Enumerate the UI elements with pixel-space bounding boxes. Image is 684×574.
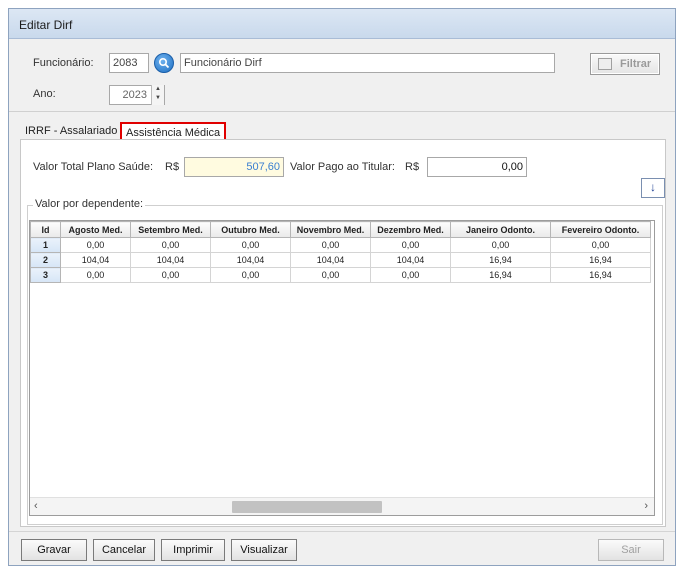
table-cell[interactable]: 104,04 <box>290 252 371 268</box>
funcionario-code-input[interactable]: 2083 <box>109 53 149 73</box>
valor-por-dependente-label: Valor por dependente: <box>33 198 146 210</box>
table-row[interactable]: 2 104,04 104,04 104,04 104,04 104,04 16,… <box>30 252 651 268</box>
search-icon <box>158 57 170 69</box>
cancelar-button[interactable]: Cancelar <box>93 539 155 561</box>
valor-total-field: 507,60 <box>184 157 284 177</box>
row-id-cell[interactable]: 1 <box>30 237 61 253</box>
scroll-left-icon[interactable]: ‹ <box>34 500 38 512</box>
table-cell[interactable]: 0,00 <box>290 237 371 253</box>
horizontal-scrollbar[interactable]: ‹ › <box>30 497 654 515</box>
valor-titular-currency: R$ <box>405 161 420 173</box>
table-cell[interactable]: 0,00 <box>290 267 371 283</box>
ano-spinner[interactable]: ▲ ▼ <box>151 85 164 105</box>
table-cell[interactable]: 16,94 <box>550 267 651 283</box>
ano-label: Ano: <box>33 88 56 100</box>
table-cell[interactable]: 0,00 <box>210 267 291 283</box>
column-header[interactable]: Setembro Med. <box>130 221 211 238</box>
filter-panel: Funcionário: 2083 Funcionário Dirf Ano: … <box>17 47 669 109</box>
valor-total-currency: R$ <box>165 161 180 173</box>
spin-down-icon[interactable]: ▼ <box>152 94 164 103</box>
filtrar-button[interactable]: Filtrar <box>590 53 660 75</box>
arrow-down-icon: ↓ <box>650 180 656 194</box>
table-cell[interactable]: 104,04 <box>130 252 211 268</box>
filtrar-label: Filtrar <box>620 58 652 70</box>
column-header[interactable]: Id <box>30 221 61 238</box>
dependentes-table: Id Agosto Med. Setembro Med. Outubro Med… <box>30 221 651 283</box>
table-row[interactable]: 3 0,00 0,00 0,00 0,00 0,00 16,94 16,94 <box>30 267 651 283</box>
row-id-cell[interactable]: 3 <box>30 267 61 283</box>
arrow-down-button[interactable]: ↓ <box>641 178 665 198</box>
column-header[interactable]: Novembro Med. <box>290 221 371 238</box>
funcionario-label: Funcionário: <box>33 57 94 69</box>
funcionario-name-field: Funcionário Dirf <box>180 53 555 73</box>
header-separator <box>9 111 675 112</box>
title-bar: Editar Dirf <box>9 9 675 39</box>
dependentes-grid[interactable]: Id Agosto Med. Setembro Med. Outubro Med… <box>29 220 655 516</box>
table-cell[interactable]: 16,94 <box>550 252 651 268</box>
valor-titular-input[interactable]: 0,00 <box>427 157 527 177</box>
table-cell[interactable]: 0,00 <box>450 237 551 253</box>
search-funcionario-button[interactable] <box>154 53 174 73</box>
table-cell[interactable]: 0,00 <box>130 237 211 253</box>
spin-up-icon[interactable]: ▲ <box>152 85 164 94</box>
table-cell[interactable]: 104,04 <box>370 252 451 268</box>
table-cell[interactable]: 0,00 <box>130 267 211 283</box>
visualizar-button[interactable]: Visualizar <box>231 539 297 561</box>
column-header[interactable]: Fevereiro Odonto. <box>550 221 651 238</box>
scroll-right-icon[interactable]: › <box>644 500 648 512</box>
column-header[interactable]: Outubro Med. <box>210 221 291 238</box>
table-cell[interactable]: 104,04 <box>60 252 131 268</box>
table-cell[interactable]: 16,94 <box>450 267 551 283</box>
table-cell[interactable]: 0,00 <box>370 267 451 283</box>
gravar-button[interactable]: Gravar <box>21 539 87 561</box>
row-id-cell[interactable]: 2 <box>30 252 61 268</box>
valor-titular-label: Valor Pago ao Titular: <box>290 161 395 173</box>
column-header[interactable]: Janeiro Odonto. <box>450 221 551 238</box>
table-cell[interactable]: 0,00 <box>60 267 131 283</box>
column-header[interactable]: Agosto Med. <box>60 221 131 238</box>
table-cell[interactable]: 0,00 <box>550 237 651 253</box>
table-row[interactable]: 1 0,00 0,00 0,00 0,00 0,00 0,00 0,00 <box>30 237 651 253</box>
editar-dirf-window: Editar Dirf Funcionário: 2083 Funcionári… <box>8 8 676 566</box>
table-cell[interactable]: 0,00 <box>210 237 291 253</box>
table-header-row: Id Agosto Med. Setembro Med. Outubro Med… <box>30 221 651 238</box>
footer-separator <box>9 531 675 532</box>
table-cell[interactable]: 0,00 <box>60 237 131 253</box>
window-title: Editar Dirf <box>19 18 73 32</box>
sair-button[interactable]: Sair <box>598 539 664 561</box>
table-cell[interactable]: 104,04 <box>210 252 291 268</box>
scrollbar-thumb[interactable] <box>232 501 382 513</box>
column-header[interactable]: Dezembro Med. <box>370 221 451 238</box>
assistencia-medica-panel: Valor Total Plano Saúde: R$ 507,60 Valor… <box>20 139 666 527</box>
table-cell[interactable]: 0,00 <box>370 237 451 253</box>
valor-total-label: Valor Total Plano Saúde: <box>33 161 154 173</box>
filter-icon <box>598 58 612 70</box>
imprimir-button[interactable]: Imprimir <box>161 539 225 561</box>
table-cell[interactable]: 16,94 <box>450 252 551 268</box>
